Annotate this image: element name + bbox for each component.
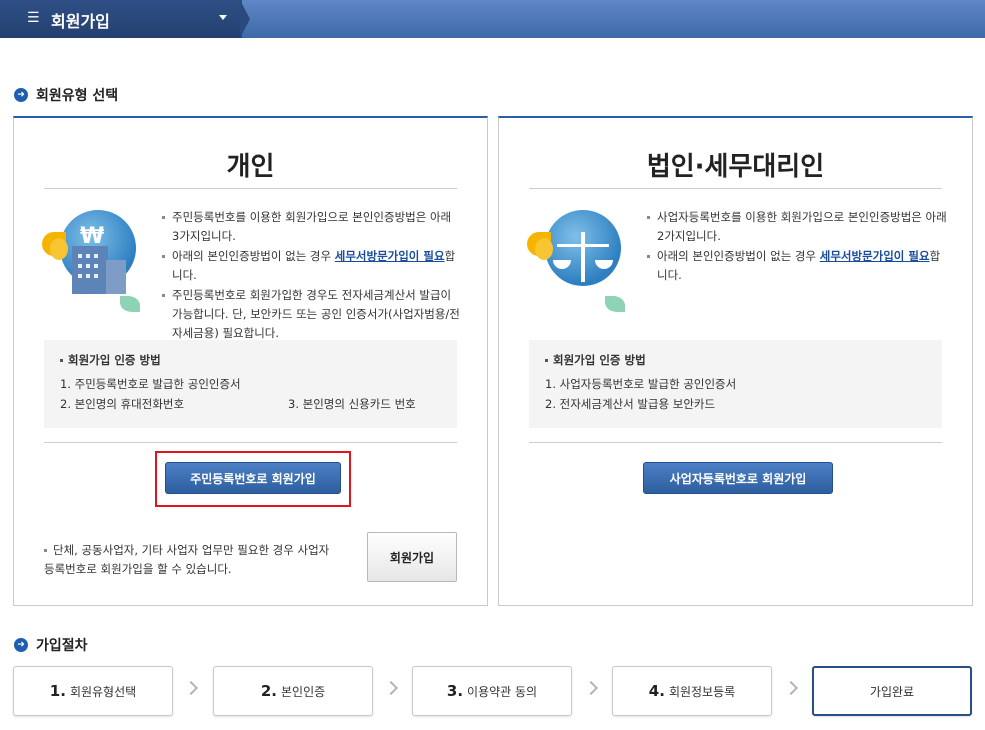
business-note: 단체, 공동사업자, 기타 사업자 업무만 필요한 경우 사업자등록번호로 회원… xyxy=(44,543,330,576)
section-heading-signup-process: ➜ 가입절차 xyxy=(14,635,88,655)
individual-illustration: ₩ xyxy=(42,210,142,320)
desc-item: 주민등록번호로 회원가입한 경우도 전자세금계산서 발급이 가능합니다. 단, … xyxy=(162,286,462,343)
desc-item: 주민등록번호를 이용한 회원가입으로 본인인증방법은 아래 3가지입니다. xyxy=(162,208,462,246)
corporate-illustration xyxy=(527,210,627,320)
won-icon: ₩ xyxy=(80,224,105,249)
corporate-description: 사업자등록번호를 이용한 회원가입으로 본인인증방법은 아래 2가지입니다. 아… xyxy=(647,208,947,286)
step-2: 2. 본인인증 xyxy=(213,666,373,716)
auth-item: 2. 본인명의 휴대전화번호 xyxy=(60,397,185,411)
visit-office-link[interactable]: 세무서방문가입이 필요 xyxy=(820,249,930,263)
auth-item: 2. 전자세금계산서 발급용 보안카드 xyxy=(545,397,716,411)
menu-title: 회원가입 xyxy=(51,12,110,31)
desc-item: 사업자등록번호를 이용한 회원가입으로 본인인증방법은 아래 2가지입니다. xyxy=(647,208,947,246)
visit-office-link[interactable]: 세무서방문가입이 필요 xyxy=(335,249,445,263)
divider xyxy=(44,188,457,189)
arrow-circle-icon: ➜ xyxy=(14,88,28,102)
step-3: 3. 이용약관 동의 xyxy=(412,666,572,716)
arrow-circle-icon: ➜ xyxy=(14,638,28,652)
corporate-panel: 법인·세무대리인 사업자등록번호를 이용한 회원가입으로 본인인증방법은 아래 … xyxy=(498,116,973,606)
chevron-right-icon xyxy=(183,680,199,696)
chevron-right-icon xyxy=(383,680,399,696)
divider xyxy=(529,188,942,189)
individual-panel: 개인 ₩ 주민등록번호를 이용한 회원가입으로 본인인증방법은 아래 3가지입니… xyxy=(13,116,488,606)
section-title: 가입절차 xyxy=(36,638,88,654)
chevron-right-icon xyxy=(783,680,799,696)
divider xyxy=(44,442,457,443)
divider xyxy=(529,442,942,443)
hamburger-icon: ☰ xyxy=(27,10,40,26)
chevron-right-icon xyxy=(583,680,599,696)
caret-down-icon xyxy=(219,15,227,20)
auth-methods-box: 회원가입 인증 방법 1. 사업자등록번호로 발급한 공인인증서 2. 전자세금… xyxy=(529,340,942,428)
section-heading-member-type: ➜ 회원유형 선택 xyxy=(14,85,118,105)
desc-item: 아래의 본인인증방법이 없는 경우 세무서방문가입이 필요합니다. xyxy=(647,247,947,285)
panel-title-individual: 개인 xyxy=(226,152,275,182)
section-title: 회원유형 선택 xyxy=(36,88,119,104)
auth-title: 회원가입 인증 방법 xyxy=(545,352,926,368)
step-4: 4. 회원정보등록 xyxy=(612,666,772,716)
business-number-signup-button[interactable]: 사업자등록번호로 회원가입 xyxy=(643,462,833,494)
individual-description: 주민등록번호를 이용한 회원가입으로 본인인증방법은 아래 3가지입니다. 아래… xyxy=(162,208,462,344)
panel-title-corporate: 법인·세무대리인 xyxy=(646,152,825,182)
step-5: 가입완료 xyxy=(812,666,972,716)
desc-item: 아래의 본인인증방법이 없는 경우 세무서방문가입이 필요합니다. xyxy=(162,247,462,285)
auth-item: 1. 사업자등록번호로 발급한 공인인증서 xyxy=(545,377,737,391)
auth-item: 3. 본인명의 신용카드 번호 xyxy=(288,397,416,411)
auth-item: 1. 주민등록번호로 발급한 공인인증서 xyxy=(60,377,241,391)
menu-tab-arrow xyxy=(240,0,250,38)
auth-methods-box: 회원가입 인증 방법 1. 주민등록번호로 발급한 공인인증서 2. 본인명의 … xyxy=(44,340,457,428)
auth-title: 회원가입 인증 방법 xyxy=(60,352,441,368)
top-bar: ☰ 회원가입 xyxy=(0,0,985,38)
join-button[interactable]: 회원가입 xyxy=(367,532,457,582)
menu-dropdown[interactable]: ☰ 회원가입 xyxy=(0,0,242,38)
step-1: 1. 회원유형선택 xyxy=(13,666,173,716)
ssn-signup-button[interactable]: 주민등록번호로 회원가입 xyxy=(165,462,341,494)
